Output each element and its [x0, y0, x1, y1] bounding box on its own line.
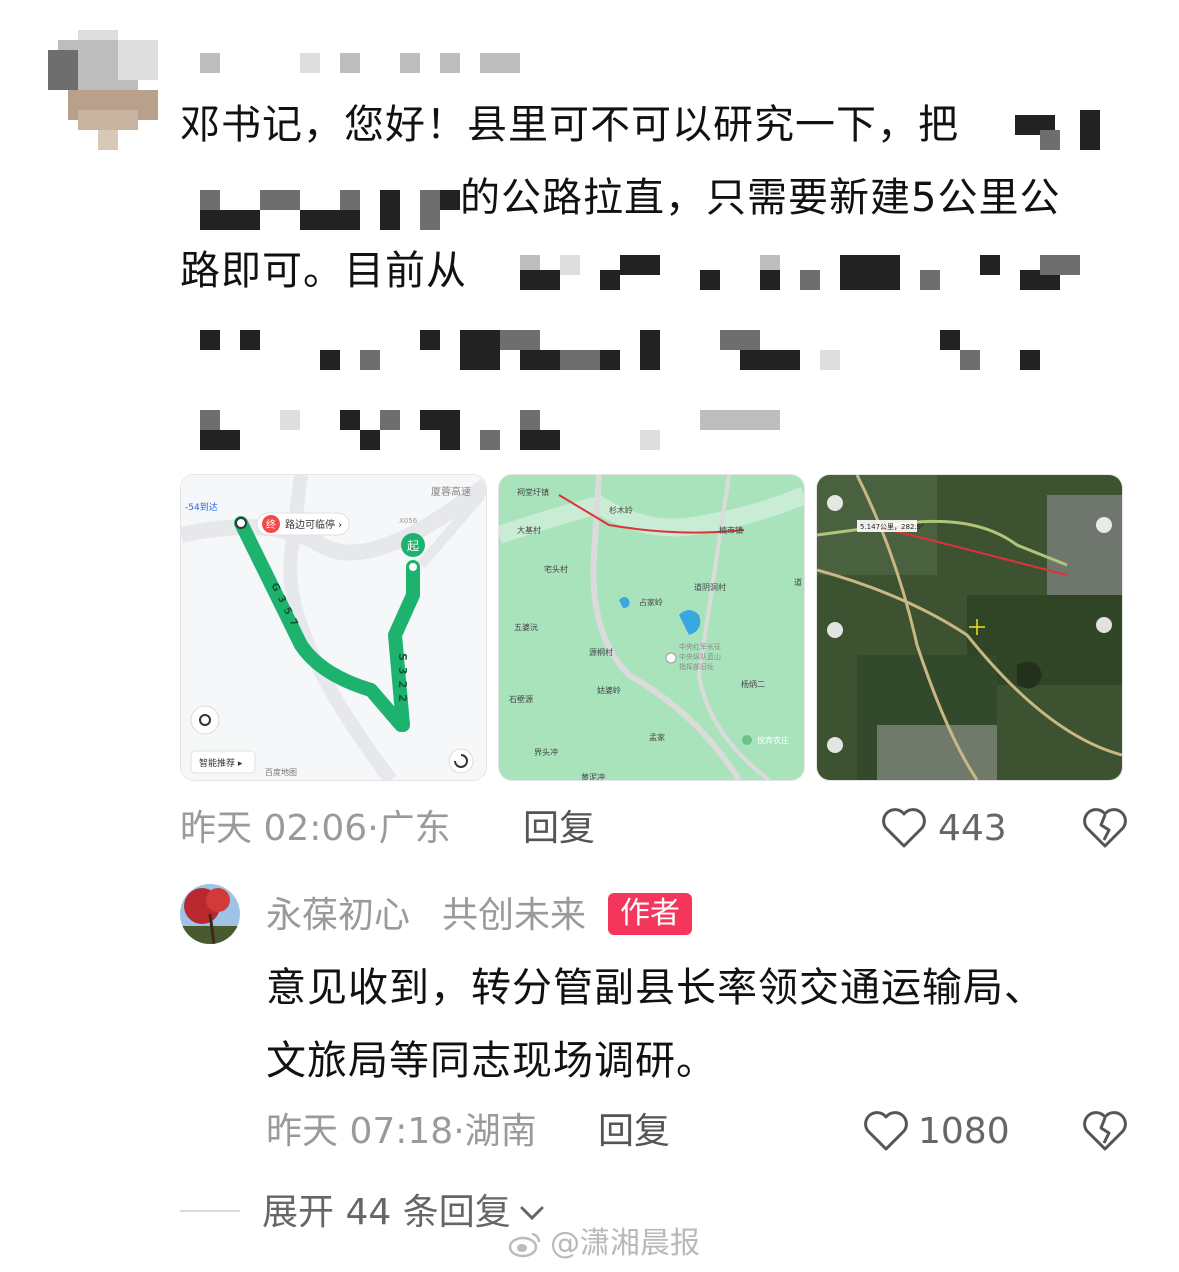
map-reach-label: -54到达: [185, 501, 218, 513]
watermark: @潇湘晨报: [508, 1226, 700, 1262]
map-place: 中央纵队蓝山: [679, 652, 721, 661]
map-place: 大基村: [517, 525, 541, 535]
map-place: 杉木岭: [609, 505, 633, 515]
map-place: 姑婆岭: [597, 685, 621, 695]
map-place: 道阴洞村: [694, 582, 726, 592]
dislike-broken-heart-icon[interactable]: [1082, 806, 1128, 850]
map-place: 孟家: [649, 732, 665, 742]
divider: [180, 1210, 240, 1212]
map-smart-button[interactable]: 智能推荐 ▸: [199, 757, 243, 769]
like-heart-icon[interactable]: [862, 1109, 910, 1153]
expand-replies-label: 展开 44 条回复: [262, 1192, 511, 1233]
map-place: 源桐村: [589, 647, 613, 657]
map-place: 悦宾农庄: [757, 735, 789, 745]
map-place: 五婆沅: [514, 622, 538, 632]
map-stop-label: 路边可临停 ›: [285, 518, 342, 531]
dislike-broken-heart-icon[interactable]: [1082, 1109, 1128, 1153]
author-badge: 作者: [608, 893, 692, 935]
redaction-mosaic: [0, 0, 1179, 460]
map-end-badge: 终: [266, 518, 276, 531]
map-place: 界头冲: [534, 747, 558, 757]
map-code-label: X056: [399, 517, 418, 525]
chevron-down-icon: [520, 1206, 544, 1221]
map-measure-label: 5.147公里，282.9°: [860, 523, 925, 531]
meta-separator: ·: [367, 808, 379, 849]
map-place: 石壁源: [509, 694, 533, 704]
meta-separator: ·: [453, 1111, 465, 1152]
weibo-logo-icon: [508, 1232, 541, 1258]
map-place: 中央红军长征: [679, 642, 721, 651]
image-thumbnail-satellite-map[interactable]: 5.147公里，282.9°: [816, 474, 1123, 781]
reply-text-line-1: 意见收到，转分管副县长率领交通运输局、: [266, 965, 1045, 1011]
like-count: 1080: [918, 1111, 1010, 1152]
comment-time: 昨天 02:06: [180, 808, 368, 849]
comment-reply-button[interactable]: 回复: [523, 809, 595, 849]
map-start-badge: 起: [407, 539, 419, 553]
map-place: 宅头村: [544, 564, 568, 574]
expand-replies-button[interactable]: 展开 44 条回复: [262, 1193, 547, 1233]
map-place: 占家岭: [639, 597, 663, 607]
map-place: 黄泥冲: [581, 772, 605, 780]
reply-meta: 昨天 07:18·湖南: [266, 1112, 537, 1152]
author-name-suffix[interactable]: 共创未来: [442, 896, 586, 936]
image-thumbnail-route-map[interactable]: 终 路边可临停 › 起 -54到达 厦蓉高速 X056 G357 S322 智能…: [180, 474, 487, 781]
map-road-label: 厦蓉高速: [431, 485, 471, 498]
comment-meta: 昨天 02:06·广东: [180, 809, 451, 849]
like-heart-icon[interactable]: [880, 806, 928, 850]
reply-location: 湖南: [464, 1111, 537, 1152]
like-count: 443: [938, 808, 1007, 849]
map-place: 道: [794, 577, 802, 587]
map-brand: 百度地图: [265, 767, 297, 777]
watermark-text: @潇湘晨报: [550, 1226, 700, 1261]
reply-text-line-2: 文旅局等同志现场调研。: [266, 1038, 717, 1084]
reply-reply-button[interactable]: 回复: [598, 1112, 670, 1152]
map-place: 指挥部旧址: [679, 662, 714, 671]
comment-location: 广东: [378, 808, 451, 849]
map-place: 杨炳二: [741, 679, 765, 689]
map-route-right: S322: [396, 653, 409, 708]
map-place: 祠堂圩镇: [517, 487, 549, 497]
reply-time: 昨天 07:18: [266, 1111, 454, 1152]
map-place: 楠市镇: [719, 525, 743, 535]
author-avatar[interactable]: [180, 884, 240, 944]
image-thumbnail-terrain-map[interactable]: 祠堂圩镇 杉木岭 楠市镇 大基村 宅头村 占家岭 道阴洞村 五婆沅 源桐村 中央…: [498, 474, 805, 781]
author-name[interactable]: 永葆初心: [266, 896, 410, 936]
